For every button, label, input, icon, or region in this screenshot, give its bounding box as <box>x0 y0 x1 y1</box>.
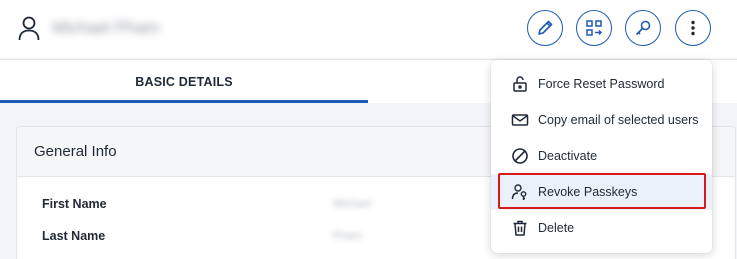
qr-transfer-button[interactable] <box>576 10 612 46</box>
page-header: Michael Pham <box>0 0 737 58</box>
trash-icon <box>511 219 529 237</box>
user-key-icon <box>511 183 529 201</box>
menu-item-label: Deactivate <box>538 149 598 163</box>
user-icon <box>18 15 40 41</box>
pencil-icon <box>536 19 554 37</box>
unlock-icon <box>511 75 529 93</box>
active-tab-indicator <box>0 100 368 103</box>
last-name-label: Last Name <box>42 229 106 243</box>
menu-item-deactivate[interactable]: Deactivate <box>491 138 712 174</box>
menu-item-label: Copy email of selected users <box>538 113 699 127</box>
menu-item-label: Force Reset Password <box>538 77 665 91</box>
menu-item-force-reset-password[interactable]: Force Reset Password <box>491 66 712 102</box>
menu-item-copy-email[interactable]: Copy email of selected users <box>491 102 712 138</box>
menu-item-label: Revoke Passkeys <box>538 185 638 199</box>
more-options-menu: Force Reset Password Copy email of selec… <box>491 60 712 253</box>
key-icon <box>634 19 652 37</box>
key-button[interactable] <box>625 10 661 46</box>
menu-item-label: Delete <box>538 221 575 235</box>
edit-button[interactable] <box>527 10 563 46</box>
more-vertical-icon <box>684 19 702 37</box>
first-name-label: First Name <box>42 197 107 211</box>
more-options-button[interactable] <box>675 10 711 46</box>
menu-item-revoke-passkeys[interactable]: Revoke Passkeys <box>491 174 712 210</box>
user-name: Michael Pham <box>52 18 160 37</box>
envelope-icon <box>511 111 529 129</box>
last-name-value: Pham <box>333 230 362 242</box>
block-icon <box>511 147 529 165</box>
menu-item-delete[interactable]: Delete <box>491 210 712 246</box>
first-name-value: Michael <box>333 198 371 210</box>
tab-basic-details[interactable]: BASIC DETAILS <box>0 60 368 104</box>
qr-transfer-icon <box>585 19 603 37</box>
